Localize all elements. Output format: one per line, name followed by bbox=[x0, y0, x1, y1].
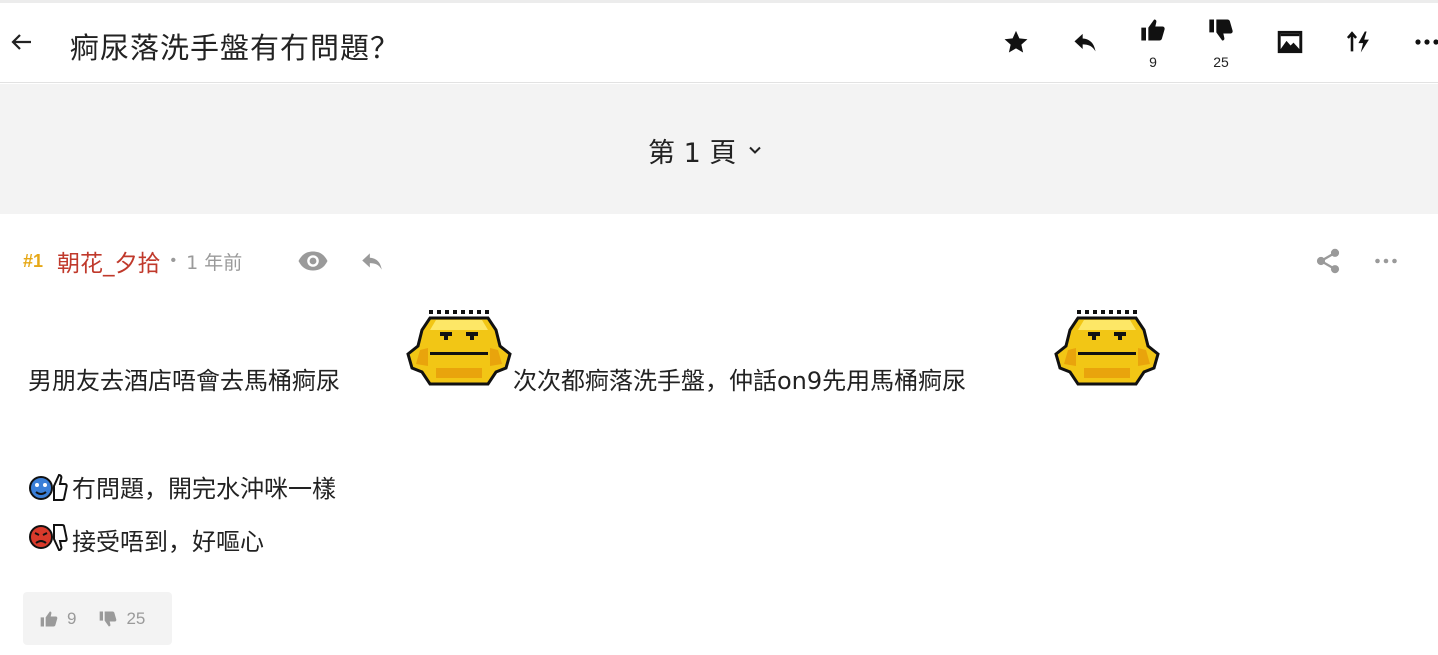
share-icon bbox=[1316, 248, 1340, 274]
content-text: 男朋友去酒店唔會去馬桶痾尿 bbox=[28, 367, 340, 395]
page-label: 第 1 頁 bbox=[648, 137, 737, 169]
sort-button[interactable] bbox=[1342, 25, 1376, 59]
meta-separator: • bbox=[170, 252, 177, 269]
dislike-button[interactable] bbox=[1204, 13, 1238, 47]
thread-title: 痾尿落洗手盤有冇問題？ bbox=[70, 31, 401, 65]
thumbs-down-icon bbox=[100, 611, 117, 626]
share-button[interactable] bbox=[1311, 244, 1345, 278]
post: #1 朝花_夕拾 • 1 年前 男朋友去酒店唔會去馬桶痾尿 次次都痾落洗手盤，仲… bbox=[0, 214, 1438, 655]
page-selector[interactable]: 第 1 頁 bbox=[648, 132, 762, 169]
post-like-count: 9 bbox=[67, 608, 77, 628]
page-navigation-bar: 第 1 頁 bbox=[0, 84, 1438, 214]
eye-icon bbox=[298, 251, 328, 271]
like-button[interactable] bbox=[1136, 13, 1170, 47]
sort-icon bbox=[1346, 31, 1369, 53]
thread-header: 痾尿落洗手盤有冇問題？ 9 25 bbox=[0, 3, 1438, 83]
content-line-3: 接受唔到，好嘔心 bbox=[28, 522, 264, 556]
image-mode-button[interactable] bbox=[1273, 25, 1307, 59]
thumbs-up-icon bbox=[40, 611, 58, 626]
author-name[interactable]: 朝花_夕拾 bbox=[57, 244, 161, 278]
image-icon bbox=[1277, 30, 1303, 54]
post-dislike-button[interactable]: 25 bbox=[98, 609, 145, 629]
reply-button[interactable] bbox=[1068, 25, 1102, 59]
thumbs-up-icon bbox=[1141, 19, 1165, 41]
back-button[interactable] bbox=[8, 28, 34, 56]
content-text: 冇問題，開完水沖咪一樣 bbox=[72, 474, 336, 503]
content-text: 接受唔到，好嘔心 bbox=[72, 527, 264, 556]
like-count: 9 bbox=[1149, 54, 1157, 70]
blue-face-thumbs-up-icon bbox=[29, 473, 68, 501]
more-icon bbox=[1375, 258, 1397, 264]
reply-icon bbox=[362, 253, 382, 270]
post-dislike-count: 25 bbox=[126, 608, 146, 628]
star-icon bbox=[1004, 30, 1028, 53]
chevron-down-icon bbox=[749, 146, 762, 154]
thumbs-down-icon bbox=[1209, 19, 1233, 41]
more-options-button[interactable] bbox=[1410, 25, 1438, 59]
post-like-button[interactable]: 9 bbox=[39, 609, 76, 629]
view-user-posts-button[interactable] bbox=[296, 244, 330, 278]
quote-reply-button[interactable] bbox=[355, 244, 389, 278]
pixel-face-emoji-icon bbox=[406, 310, 512, 386]
post-vote-box: 9 25 bbox=[23, 592, 172, 645]
bookmark-button[interactable] bbox=[999, 25, 1033, 59]
post-time: 1 年前 bbox=[186, 251, 243, 274]
content-line-2: 冇問題，開完水沖咪一樣 bbox=[28, 469, 336, 503]
more-icon bbox=[1415, 39, 1438, 45]
floor-number: #1 bbox=[23, 250, 44, 271]
dislike-count: 25 bbox=[1213, 54, 1229, 70]
back-arrow-icon bbox=[11, 34, 31, 50]
content-line-1: 男朋友去酒店唔會去馬桶痾尿 次次都痾落洗手盤，仲話on9先用馬桶痾尿 bbox=[28, 304, 1328, 395]
pixel-face-emoji-icon bbox=[1054, 310, 1160, 386]
red-face-thumbs-down-icon bbox=[29, 524, 68, 552]
post-more-button[interactable] bbox=[1369, 244, 1403, 278]
reply-icon bbox=[1074, 33, 1096, 52]
post-meta: #1 朝花_夕拾 • 1 年前 bbox=[23, 244, 243, 278]
content-text: 次次都痾落洗手盤，仲話on9先用馬桶痾尿 bbox=[513, 367, 967, 395]
